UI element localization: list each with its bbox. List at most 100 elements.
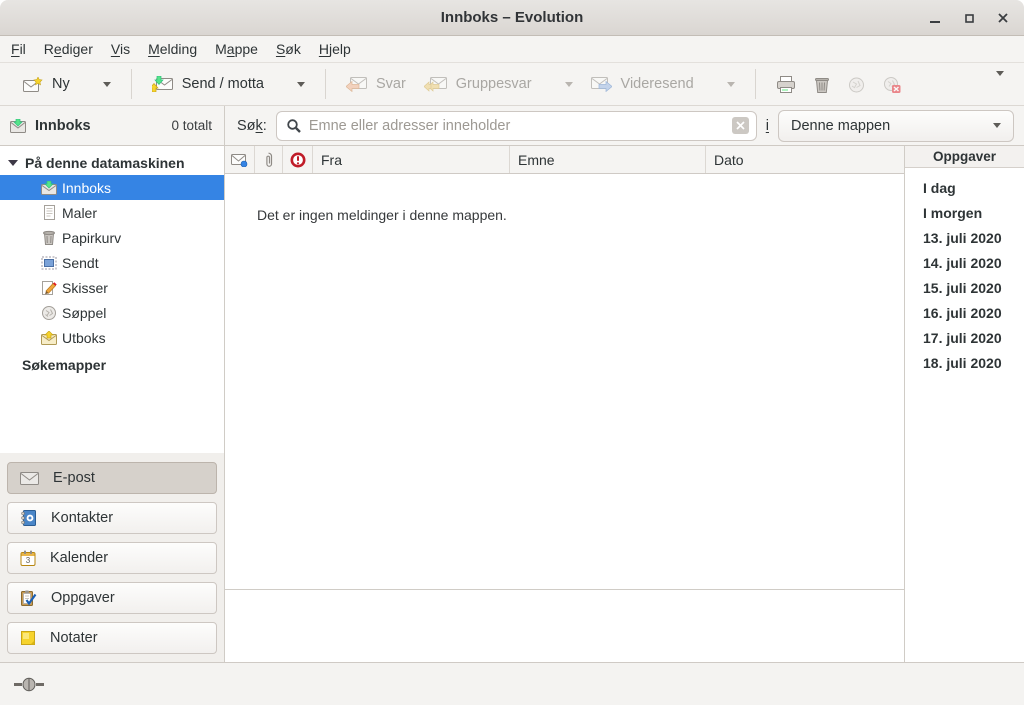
column-subject[interactable]: Emne: [510, 146, 706, 173]
folder-sendt[interactable]: Sendt: [0, 250, 224, 275]
clear-icon: [736, 121, 745, 130]
not-junk-icon: [883, 76, 901, 93]
message-list-pane: Fra Emne Dato Det er ingen meldinger i d…: [225, 146, 904, 662]
folder-header: Innboks 0 totalt: [0, 106, 225, 145]
titlebar[interactable]: Innboks – Evolution: [0, 0, 1024, 36]
notes-icon: [20, 630, 36, 646]
calendar-icon: 3: [20, 550, 36, 566]
evolution-window: Innboks – Evolution Fil Rediger Vis Meld…: [0, 0, 1024, 705]
read-status-icon: [231, 153, 248, 167]
templates-icon: [40, 205, 58, 220]
menu-rediger[interactable]: Rediger: [35, 38, 102, 60]
menu-hjelp[interactable]: Hjelp: [310, 38, 360, 60]
task-group-tomorrow[interactable]: I morgen: [905, 200, 1024, 225]
clear-search-button[interactable]: [732, 117, 749, 134]
important-icon: [290, 152, 306, 168]
online-status-button[interactable]: [14, 677, 44, 692]
search-input[interactable]: [309, 118, 725, 134]
not-junk-button[interactable]: [874, 70, 910, 99]
column-from[interactable]: Fra: [313, 146, 510, 173]
paperclip-icon: [263, 152, 274, 168]
tasks-icon: [20, 590, 37, 606]
trash-icon: [814, 76, 830, 93]
drafts-icon: [40, 280, 58, 295]
search-in-label: i: [766, 118, 769, 134]
folder-total-count: 0 totalt: [171, 118, 212, 133]
junk-icon: [40, 305, 58, 320]
new-message-button[interactable]: Ny: [14, 70, 120, 98]
reply-all-button[interactable]: Gruppesvar: [415, 70, 582, 98]
send-receive-dropdown-arrow[interactable]: [297, 82, 305, 87]
switcher-calendar-button[interactable]: 3 Kalender: [7, 542, 217, 574]
switcher-memos-button[interactable]: Notater: [7, 622, 217, 654]
message-list-columns: Fra Emne Dato: [225, 146, 904, 174]
forward-dropdown-arrow[interactable]: [727, 82, 735, 87]
column-date[interactable]: Dato: [706, 146, 904, 173]
folder-skisser[interactable]: Skisser: [0, 275, 224, 300]
tree-root-on-this-computer[interactable]: På denne datamaskinen: [0, 150, 224, 175]
task-group-date[interactable]: 13. juli 2020: [905, 225, 1024, 250]
send-receive-button[interactable]: Send / motta: [143, 70, 314, 98]
reply-button[interactable]: Svar: [337, 70, 415, 98]
scope-dropdown-arrow: [993, 123, 1001, 128]
delete-button[interactable]: [805, 70, 839, 99]
folder-maler[interactable]: Maler: [0, 200, 224, 225]
search-box: [276, 111, 757, 141]
close-icon: [995, 10, 1011, 26]
folder-tree: På denne datamaskinen Innboks Maler: [0, 146, 224, 453]
junk-button[interactable]: [839, 70, 874, 99]
menubar: Fil Rediger Vis Melding Mappe Søk Hjelp: [0, 36, 1024, 62]
close-button[interactable]: [990, 5, 1016, 31]
menu-melding[interactable]: Melding: [139, 38, 206, 60]
toolbar-separator: [325, 69, 326, 99]
folder-innboks[interactable]: Innboks: [0, 175, 224, 200]
task-group-date[interactable]: 15. juli 2020: [905, 275, 1024, 300]
forward-icon: [591, 77, 612, 92]
task-group-today[interactable]: I dag: [905, 175, 1024, 200]
online-plug-icon: [14, 677, 44, 692]
reply-icon: [346, 77, 367, 92]
search-scope-dropdown[interactable]: Denne mappen: [778, 110, 1014, 142]
trash-icon: [40, 230, 58, 245]
switcher-contacts-button[interactable]: Kontakter: [7, 502, 217, 534]
send-receive-icon: [152, 76, 173, 92]
status-bar: [0, 662, 1024, 705]
junk-icon: [848, 76, 865, 93]
column-attachment[interactable]: [255, 146, 283, 173]
folder-utboks[interactable]: Utboks: [0, 325, 224, 350]
expander-icon[interactable]: [8, 160, 18, 166]
menu-vis[interactable]: Vis: [102, 38, 139, 60]
task-group-date[interactable]: 16. juli 2020: [905, 300, 1024, 325]
task-group-date[interactable]: 17. juli 2020: [905, 325, 1024, 350]
print-button[interactable]: [767, 70, 805, 99]
new-dropdown-arrow[interactable]: [103, 82, 111, 87]
contacts-icon: [20, 510, 37, 526]
switcher-tasks-button[interactable]: Oppgaver: [7, 582, 217, 614]
folder-papirkurv[interactable]: Papirkurv: [0, 225, 224, 250]
task-group-date[interactable]: 18. juli 2020: [905, 350, 1024, 375]
menu-fil[interactable]: Fil: [2, 38, 35, 60]
current-folder-name: Innboks: [35, 118, 91, 134]
column-important[interactable]: [283, 146, 313, 173]
search-scope-value: Denne mappen: [791, 118, 890, 134]
toolbar: Ny Send / motta Svar: [0, 62, 1024, 106]
toolbar-overflow-button[interactable]: [990, 70, 1010, 98]
search-area: Søk: i Denne mappen: [225, 106, 1024, 145]
menu-sok[interactable]: Søk: [267, 38, 310, 60]
task-pane: Oppgaver I dag I morgen 13. juli 2020 14…: [904, 146, 1024, 662]
outbox-icon: [40, 331, 58, 345]
menu-mappe[interactable]: Mappe: [206, 38, 267, 60]
reply-all-dropdown-arrow[interactable]: [565, 82, 573, 87]
forward-button[interactable]: Videresend: [582, 70, 744, 98]
tree-root-search-folders[interactable]: Søkemapper: [0, 352, 224, 377]
column-read-status[interactable]: [225, 146, 255, 173]
task-pane-header[interactable]: Oppgaver: [905, 146, 1024, 168]
switcher-mail-button[interactable]: E-post: [7, 462, 217, 494]
minimize-button[interactable]: [922, 5, 948, 31]
task-group-date[interactable]: 14. juli 2020: [905, 250, 1024, 275]
inbox-icon: [10, 119, 27, 133]
maximize-button[interactable]: [956, 5, 982, 31]
overflow-arrow-icon: [996, 71, 1004, 92]
folder-soppel[interactable]: Søppel: [0, 300, 224, 325]
window-controls: [914, 5, 1024, 31]
